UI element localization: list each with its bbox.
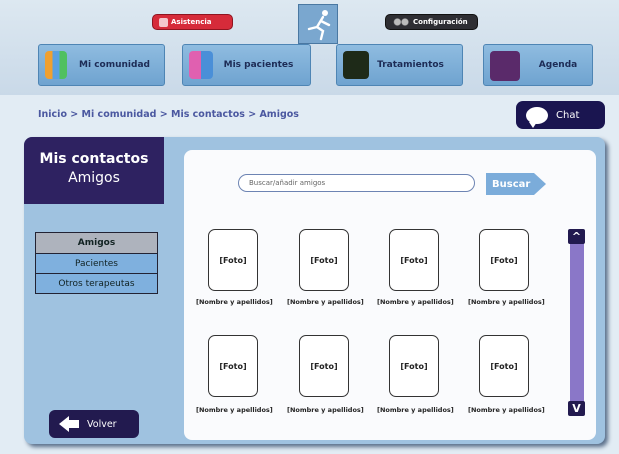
runner-logo-icon [298, 4, 338, 44]
chat-bubble-icon [526, 106, 548, 128]
search-input[interactable]: Buscar/añadir amigos [238, 174, 475, 192]
config-button[interactable]: Configuración [385, 14, 478, 30]
nav-patients-label: Mis pacientes [223, 60, 294, 70]
chat-label: Chat [556, 109, 580, 121]
friend-name[interactable]: [Nombre y apellidos] [377, 406, 454, 414]
agenda-icon [490, 51, 520, 81]
config-label: Configuración [413, 18, 468, 26]
friend-name[interactable]: [Nombre y apellidos] [196, 298, 273, 306]
section-title-box: Mis contactos Amigos [24, 137, 164, 204]
first-aid-icon [159, 17, 168, 27]
treatments-icon [343, 51, 369, 79]
back-label: Volver [87, 418, 117, 430]
friend-name[interactable]: [Nombre y apellidos] [196, 406, 273, 414]
nav-agenda-label: Agenda [538, 60, 578, 70]
friend-photo[interactable]: [Foto] [389, 335, 439, 397]
friend-name[interactable]: [Nombre y apellidos] [287, 298, 364, 306]
tab-pacientes[interactable]: Pacientes [36, 253, 157, 273]
friend-name[interactable]: [Nombre y apellidos] [287, 406, 364, 414]
arrow-left-icon [59, 416, 79, 432]
friend-name[interactable]: [Nombre y apellidos] [468, 298, 545, 306]
section-title: Mis contactos [39, 151, 149, 167]
nav-community-button[interactable]: Mi comunidad [38, 44, 165, 86]
friend-photo[interactable]: [Foto] [299, 335, 349, 397]
tab-amigos[interactable]: Amigos [36, 233, 157, 253]
assistance-label: Asistencia [171, 18, 212, 26]
friend-name[interactable]: [Nombre y apellidos] [377, 298, 454, 306]
friend-photo[interactable]: [Foto] [299, 229, 349, 291]
friend-photo[interactable]: [Foto] [479, 335, 529, 397]
scrollbar[interactable] [570, 230, 584, 414]
friend-photo[interactable]: [Foto] [208, 229, 258, 291]
patients-icon [189, 51, 213, 79]
tab-otros-terapeutas[interactable]: Otros terapeutas [36, 273, 157, 293]
scroll-up-button[interactable]: ^ [568, 229, 585, 244]
app-window: Asistencia Configuración Mi comunidad Mi… [0, 0, 619, 454]
nav-treatments-button[interactable]: Tratamientos [336, 44, 463, 86]
nav-agenda-button[interactable]: Agenda [483, 44, 593, 86]
breadcrumb[interactable]: Inicio > Mi comunidad > Mis contactos > … [38, 109, 299, 120]
friend-photo[interactable]: [Foto] [389, 229, 439, 291]
chat-button[interactable]: Chat [516, 101, 605, 129]
assistance-button[interactable]: Asistencia [152, 14, 233, 30]
gear-icon [392, 17, 410, 27]
friend-name[interactable]: [Nombre y apellidos] [468, 406, 545, 414]
contact-tabs: Amigos Pacientes Otros terapeutas [35, 232, 158, 294]
nav-patients-button[interactable]: Mis pacientes [182, 44, 311, 86]
friend-photo[interactable]: [Foto] [208, 335, 258, 397]
back-button[interactable]: Volver [49, 410, 139, 438]
search-button[interactable]: Buscar [486, 173, 546, 195]
nav-treatments-label: Tratamientos [377, 60, 444, 70]
scroll-down-button[interactable]: V [568, 401, 585, 416]
nav-community-label: Mi comunidad [79, 60, 150, 70]
friend-photo[interactable]: [Foto] [479, 229, 529, 291]
community-icon [45, 51, 67, 79]
section-subtitle: Amigos [68, 170, 120, 186]
